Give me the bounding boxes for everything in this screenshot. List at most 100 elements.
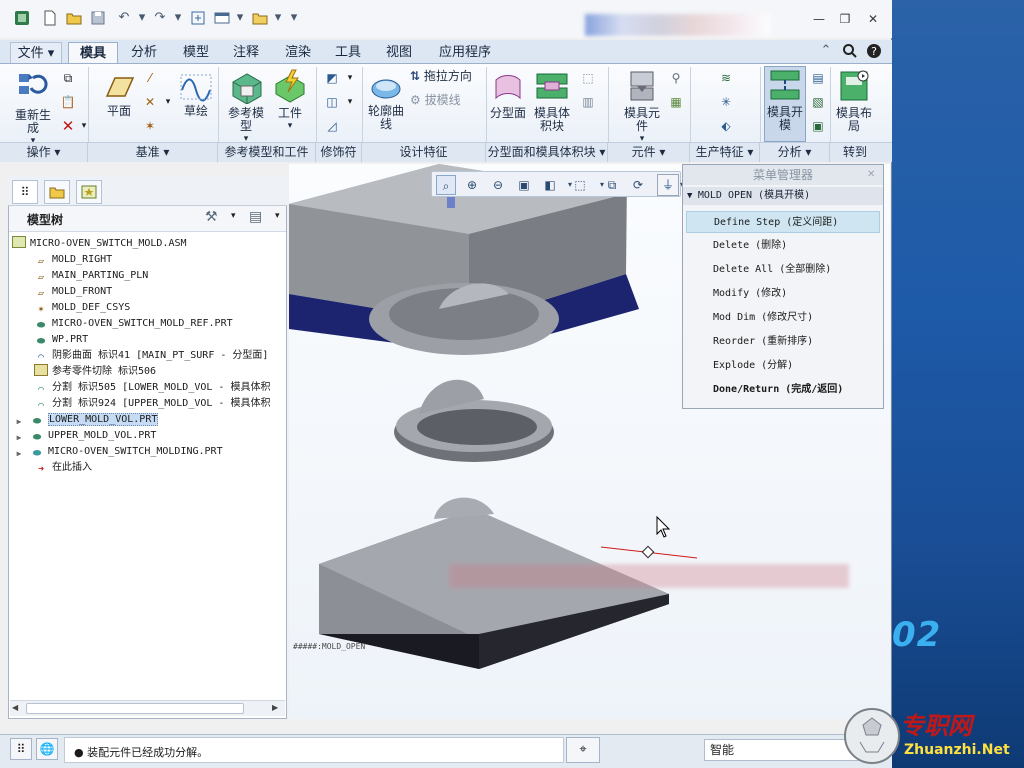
scroll-left-icon[interactable]: ◀ [12, 703, 18, 712]
split-icon[interactable]: ⬚ [580, 70, 596, 86]
menu-item-delete-all[interactable]: Delete All (全部删除) [686, 259, 880, 281]
close-icon[interactable]: ✕ [866, 12, 880, 26]
tree-row[interactable]: ▶ ⬬ LOWER_MOLD_VOL.PRT [12, 412, 284, 428]
mold-component-button[interactable]: 模具元件 ▾ [620, 68, 664, 146]
open-folder-icon[interactable] [66, 10, 82, 26]
group-components[interactable]: 元件 ▾ [608, 143, 690, 162]
menu-close-icon[interactable]: ✕ [867, 169, 875, 180]
favorites-tab-icon[interactable] [76, 180, 102, 204]
minimize-icon[interactable]: — [812, 12, 826, 26]
scroll-right-icon[interactable]: ▶ [272, 703, 278, 712]
redo-icon[interactable]: ↷ [152, 10, 168, 26]
tree-settings-icon[interactable]: ⚒ [205, 209, 218, 225]
dropdown-icon[interactable]: ▾ [270, 120, 310, 133]
mold-open-button[interactable]: 模具开模 [764, 66, 806, 142]
tree-row[interactable]: ⬬ MICRO-OVEN_SWITCH_MOLD_REF.PRT [12, 316, 284, 332]
menu-item-modify[interactable]: Modify (修改) [686, 283, 880, 305]
tree-row[interactable]: ◠ 阴影曲面 标识41 [MAIN_PT_SURF - 分型面] [12, 348, 284, 364]
molding-part[interactable] [394, 379, 554, 462]
close-window-dropdown-icon[interactable]: ▾ [270, 10, 286, 26]
refit-icon[interactable]: ⌕ [436, 175, 456, 195]
collapse-ribbon-icon[interactable]: ⌃ [818, 43, 834, 59]
tree-row[interactable]: ▱ MOLD_RIGHT [12, 252, 284, 268]
sketch-button[interactable]: 草绘 [176, 72, 216, 118]
delete-icon[interactable]: ✕ [60, 118, 76, 134]
tree-row[interactable]: ▱ MOLD_FRONT [12, 284, 284, 300]
show-icon[interactable]: ▤ [249, 209, 262, 225]
plane-button[interactable]: 平面 [100, 72, 138, 118]
group-production-features[interactable]: 生产特征 ▾ [690, 143, 760, 162]
tab-analysis[interactable]: 分析 [122, 42, 166, 64]
round-dropdown-icon[interactable]: ▾ [342, 70, 358, 86]
tree-settings-dropdown-icon[interactable]: ▾ [231, 211, 236, 221]
tab-annotate[interactable]: 注释 [224, 42, 268, 64]
group-operations[interactable]: 操作 ▾ [0, 143, 88, 162]
point-icon[interactable]: ✕ [142, 94, 158, 110]
ref-model-button[interactable]: 参考模型 ▾ [224, 68, 268, 146]
tree-row[interactable]: MICRO-OVEN_SWITCH_MOLD.ASM [12, 236, 284, 252]
tree-row[interactable]: ⌒ 分割 标识505 [LOWER_MOLD_VOL - 模具体积 [12, 380, 284, 396]
close-window-icon[interactable] [252, 10, 268, 26]
axis-icon[interactable]: ⁄ [142, 70, 158, 86]
waterline-icon[interactable]: ▦ [668, 94, 684, 110]
model-tree-tab-icon[interactable]: ⠿ [12, 180, 38, 204]
split-volume-icon[interactable]: ▥ [580, 94, 596, 110]
delete-dropdown-icon[interactable]: ▾ [76, 118, 92, 134]
draft-icon[interactable]: ◿ [324, 118, 340, 134]
tree-horizontal-scrollbar[interactable]: ◀ ▶ [10, 700, 285, 716]
ejector-pin-icon[interactable]: ⚲ [668, 70, 684, 86]
repaint-icon[interactable]: ▣ [514, 175, 534, 195]
gate-icon[interactable]: ✳ [718, 94, 734, 110]
show-dropdown-icon[interactable]: ▾ [275, 211, 280, 221]
folder-browser-tab-icon[interactable] [44, 180, 70, 204]
mold-layout-button[interactable]: 模具布局 [834, 68, 874, 133]
menu-item-reorder[interactable]: Reorder (重新排序) [686, 331, 880, 353]
group-parting-volume[interactable]: 分型面和模具体积块 ▾ [486, 143, 608, 162]
draft-line-button[interactable]: ⚙ 拔模线 [410, 94, 482, 107]
shell-dropdown-icon[interactable]: ▾ [342, 94, 358, 110]
workpiece-button[interactable]: 工件 ▾ [270, 68, 310, 133]
parting-surface-button[interactable]: 分型面 [490, 70, 526, 120]
view-manager-icon[interactable]: ⏚ [657, 174, 679, 196]
tab-view[interactable]: 视图 [376, 42, 422, 64]
group-datum[interactable]: 基准 ▾ [88, 143, 218, 162]
customize-toolbar-icon[interactable]: ▾ [286, 10, 302, 26]
projected-area-icon[interactable]: ▣ [810, 118, 826, 134]
tab-model[interactable]: 模型 [172, 42, 220, 64]
tab-mold[interactable]: 模具 [68, 42, 118, 64]
spin-center-icon[interactable]: ⟳ [628, 175, 648, 195]
tab-file[interactable]: 文件 ▾ [10, 42, 62, 64]
tree-row[interactable]: ⌒ 分割 标识924 [UPPER_MOLD_VOL - 模具体积 [12, 396, 284, 412]
windows-dropdown-icon[interactable]: ▾ [232, 10, 248, 26]
tree-row[interactable]: ▶ ⬬ UPPER_MOLD_VOL.PRT [12, 428, 284, 444]
undo-icon[interactable]: ↶ [116, 10, 132, 26]
toggle-browser-icon[interactable]: 🌐 [36, 738, 58, 760]
undo-dropdown-icon[interactable]: ▾ [134, 10, 150, 26]
tab-applications[interactable]: 应用程序 [428, 42, 502, 64]
new-file-icon[interactable] [42, 10, 58, 26]
expand-icon[interactable]: ▶ [12, 432, 26, 444]
redo-dropdown-icon[interactable]: ▾ [170, 10, 186, 26]
paste-icon[interactable]: 📋 [60, 94, 76, 110]
shell-icon[interactable]: ◫ [324, 94, 340, 110]
point-dropdown-icon[interactable]: ▾ [160, 94, 176, 110]
help-icon[interactable]: ? [866, 43, 882, 59]
copy-icon[interactable]: ⧉ [60, 70, 76, 86]
coordinate-system-icon[interactable]: ✶ [142, 118, 158, 134]
menu-item-define-step[interactable]: Define Step (定义间距) [686, 211, 880, 233]
zoom-out-icon[interactable]: ⊖ [488, 175, 508, 195]
tab-tools[interactable]: 工具 [326, 42, 370, 64]
tree-row[interactable]: ➜ 在此插入 [12, 460, 284, 476]
display-style-icon[interactable]: ◧ [540, 175, 560, 195]
zoom-in-icon[interactable]: ⊕ [462, 175, 482, 195]
expand-icon[interactable]: ▶ [12, 416, 26, 428]
search-icon[interactable] [842, 43, 858, 59]
menu-item-delete[interactable]: Delete (删除) [686, 235, 880, 257]
mold-volume-button[interactable]: 模具体积块 [530, 68, 574, 133]
windows-icon[interactable] [214, 10, 230, 26]
toggle-navigator-icon[interactable]: ⠿ [10, 738, 32, 760]
annotation-display-icon[interactable]: ⧉ [602, 175, 622, 195]
tree-row[interactable]: ✶ MOLD_DEF_CSYS [12, 300, 284, 316]
pull-direction-button[interactable]: ⇅ 拖拉方向 [410, 70, 482, 83]
menu-item-done-return[interactable]: Done/Return (完成/返回) [686, 379, 880, 401]
